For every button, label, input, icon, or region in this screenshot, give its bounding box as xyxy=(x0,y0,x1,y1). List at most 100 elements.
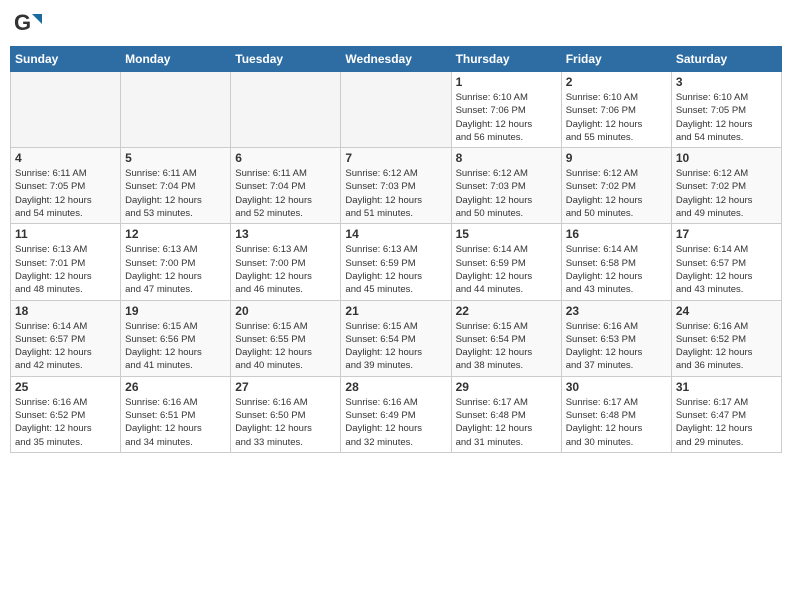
day-info: Sunrise: 6:12 AM Sunset: 7:02 PM Dayligh… xyxy=(566,167,667,220)
calendar-day: 29 Sunrise: 6:17 AM Sunset: 6:48 PM Dayli… xyxy=(451,376,561,452)
day-number: 11 xyxy=(15,227,116,241)
day-number: 29 xyxy=(456,380,557,394)
weekday-header: Wednesday xyxy=(341,47,451,72)
calendar-day: 5 Sunrise: 6:11 AM Sunset: 7:04 PM Daylig… xyxy=(121,148,231,224)
day-info: Sunrise: 6:12 AM Sunset: 7:03 PM Dayligh… xyxy=(456,167,557,220)
calendar-day xyxy=(11,72,121,148)
day-info: Sunrise: 6:16 AM Sunset: 6:50 PM Dayligh… xyxy=(235,396,336,449)
day-info: Sunrise: 6:12 AM Sunset: 7:02 PM Dayligh… xyxy=(676,167,777,220)
day-number: 18 xyxy=(15,304,116,318)
calendar-day: 12 Sunrise: 6:13 AM Sunset: 7:00 PM Dayli… xyxy=(121,224,231,300)
calendar-day: 4 Sunrise: 6:11 AM Sunset: 7:05 PM Daylig… xyxy=(11,148,121,224)
day-number: 4 xyxy=(15,151,116,165)
logo[interactable]: G xyxy=(14,10,46,38)
calendar-day: 17 Sunrise: 6:14 AM Sunset: 6:57 PM Dayli… xyxy=(671,224,781,300)
day-number: 31 xyxy=(676,380,777,394)
calendar-day: 7 Sunrise: 6:12 AM Sunset: 7:03 PM Daylig… xyxy=(341,148,451,224)
day-number: 26 xyxy=(125,380,226,394)
day-info: Sunrise: 6:15 AM Sunset: 6:54 PM Dayligh… xyxy=(345,320,446,373)
day-number: 25 xyxy=(15,380,116,394)
calendar-day: 16 Sunrise: 6:14 AM Sunset: 6:58 PM Dayli… xyxy=(561,224,671,300)
day-number: 5 xyxy=(125,151,226,165)
day-info: Sunrise: 6:12 AM Sunset: 7:03 PM Dayligh… xyxy=(345,167,446,220)
calendar-week: 18 Sunrise: 6:14 AM Sunset: 6:57 PM Dayli… xyxy=(11,300,782,376)
weekday-header: Saturday xyxy=(671,47,781,72)
calendar-day xyxy=(231,72,341,148)
day-info: Sunrise: 6:16 AM Sunset: 6:49 PM Dayligh… xyxy=(345,396,446,449)
calendar-week: 4 Sunrise: 6:11 AM Sunset: 7:05 PM Daylig… xyxy=(11,148,782,224)
day-info: Sunrise: 6:14 AM Sunset: 6:59 PM Dayligh… xyxy=(456,243,557,296)
day-info: Sunrise: 6:11 AM Sunset: 7:05 PM Dayligh… xyxy=(15,167,116,220)
calendar-day: 20Sunrise: 6:15 AM Sunset: 6:55 PM Dayli… xyxy=(231,300,341,376)
day-number: 24 xyxy=(676,304,777,318)
day-number: 1 xyxy=(456,75,557,89)
calendar-day: 18 Sunrise: 6:14 AM Sunset: 6:57 PM Dayli… xyxy=(11,300,121,376)
page-header: G xyxy=(10,10,782,38)
day-number: 6 xyxy=(235,151,336,165)
day-number: 8 xyxy=(456,151,557,165)
calendar-day xyxy=(341,72,451,148)
calendar-day: 22Sunrise: 6:15 AM Sunset: 6:54 PM Dayli… xyxy=(451,300,561,376)
day-info: Sunrise: 6:13 AM Sunset: 7:00 PM Dayligh… xyxy=(235,243,336,296)
day-number: 23 xyxy=(566,304,667,318)
calendar-body: 1 Sunrise: 6:10 AM Sunset: 7:06 PM Daylig… xyxy=(11,72,782,453)
day-info: Sunrise: 6:16 AM Sunset: 6:52 PM Dayligh… xyxy=(15,396,116,449)
day-info: Sunrise: 6:14 AM Sunset: 6:57 PM Dayligh… xyxy=(15,320,116,373)
calendar-day: 2 Sunrise: 6:10 AM Sunset: 7:06 PM Daylig… xyxy=(561,72,671,148)
calendar-day: 26 Sunrise: 6:16 AM Sunset: 6:51 PM Dayli… xyxy=(121,376,231,452)
day-info: Sunrise: 6:14 AM Sunset: 6:57 PM Dayligh… xyxy=(676,243,777,296)
day-info: Sunrise: 6:16 AM Sunset: 6:53 PM Dayligh… xyxy=(566,320,667,373)
day-number: 12 xyxy=(125,227,226,241)
calendar-day: 1Sunrise: 6:10 AM Sunset: 7:06 PM Daylig… xyxy=(451,72,561,148)
day-info: Sunrise: 6:11 AM Sunset: 7:04 PM Dayligh… xyxy=(125,167,226,220)
day-info: Sunrise: 6:13 AM Sunset: 7:00 PM Dayligh… xyxy=(125,243,226,296)
weekday-header: Monday xyxy=(121,47,231,72)
calendar-day: 14Sunrise: 6:13 AM Sunset: 6:59 PM Dayli… xyxy=(341,224,451,300)
weekday-row: SundayMondayTuesdayWednesdayThursdayFrid… xyxy=(11,47,782,72)
calendar-day: 25 Sunrise: 6:16 AM Sunset: 6:52 PM Dayli… xyxy=(11,376,121,452)
calendar-day: 21Sunrise: 6:15 AM Sunset: 6:54 PM Dayli… xyxy=(341,300,451,376)
day-number: 19 xyxy=(125,304,226,318)
day-info: Sunrise: 6:16 AM Sunset: 6:52 PM Dayligh… xyxy=(676,320,777,373)
day-info: Sunrise: 6:15 AM Sunset: 6:55 PM Dayligh… xyxy=(235,320,336,373)
calendar-week: 1 Sunrise: 6:10 AM Sunset: 7:06 PM Daylig… xyxy=(11,72,782,148)
day-number: 16 xyxy=(566,227,667,241)
day-number: 28 xyxy=(345,380,446,394)
calendar-day: 19 Sunrise: 6:15 AM Sunset: 6:56 PM Dayli… xyxy=(121,300,231,376)
day-number: 2 xyxy=(566,75,667,89)
day-info: Sunrise: 6:17 AM Sunset: 6:47 PM Dayligh… xyxy=(676,396,777,449)
day-info: Sunrise: 6:13 AM Sunset: 7:01 PM Dayligh… xyxy=(15,243,116,296)
day-info: Sunrise: 6:14 AM Sunset: 6:58 PM Dayligh… xyxy=(566,243,667,296)
day-info: Sunrise: 6:15 AM Sunset: 6:54 PM Dayligh… xyxy=(456,320,557,373)
calendar-week: 25 Sunrise: 6:16 AM Sunset: 6:52 PM Dayli… xyxy=(11,376,782,452)
weekday-header: Sunday xyxy=(11,47,121,72)
calendar-week: 11 Sunrise: 6:13 AM Sunset: 7:01 PM Dayli… xyxy=(11,224,782,300)
day-number: 17 xyxy=(676,227,777,241)
calendar-header: SundayMondayTuesdayWednesdayThursdayFrid… xyxy=(11,47,782,72)
calendar-day: 28 Sunrise: 6:16 AM Sunset: 6:49 PM Dayli… xyxy=(341,376,451,452)
day-info: Sunrise: 6:16 AM Sunset: 6:51 PM Dayligh… xyxy=(125,396,226,449)
day-number: 7 xyxy=(345,151,446,165)
day-number: 9 xyxy=(566,151,667,165)
day-info: Sunrise: 6:13 AM Sunset: 6:59 PM Dayligh… xyxy=(345,243,446,296)
day-number: 15 xyxy=(456,227,557,241)
day-info: Sunrise: 6:10 AM Sunset: 7:05 PM Dayligh… xyxy=(676,91,777,144)
calendar-day: 30Sunrise: 6:17 AM Sunset: 6:48 PM Dayli… xyxy=(561,376,671,452)
calendar-day xyxy=(121,72,231,148)
day-info: Sunrise: 6:11 AM Sunset: 7:04 PM Dayligh… xyxy=(235,167,336,220)
calendar-day: 8 Sunrise: 6:12 AM Sunset: 7:03 PM Daylig… xyxy=(451,148,561,224)
day-info: Sunrise: 6:10 AM Sunset: 7:06 PM Dayligh… xyxy=(566,91,667,144)
calendar-day: 6 Sunrise: 6:11 AM Sunset: 7:04 PM Daylig… xyxy=(231,148,341,224)
calendar-day: 24 Sunrise: 6:16 AM Sunset: 6:52 PM Dayli… xyxy=(671,300,781,376)
day-info: Sunrise: 6:17 AM Sunset: 6:48 PM Dayligh… xyxy=(456,396,557,449)
calendar-day: 3 Sunrise: 6:10 AM Sunset: 7:05 PM Daylig… xyxy=(671,72,781,148)
calendar-day: 9 Sunrise: 6:12 AM Sunset: 7:02 PM Daylig… xyxy=(561,148,671,224)
day-info: Sunrise: 6:17 AM Sunset: 6:48 PM Dayligh… xyxy=(566,396,667,449)
calendar-day: 10Sunrise: 6:12 AM Sunset: 7:02 PM Dayli… xyxy=(671,148,781,224)
svg-text:G: G xyxy=(14,10,31,35)
day-info: Sunrise: 6:15 AM Sunset: 6:56 PM Dayligh… xyxy=(125,320,226,373)
calendar-day: 13Sunrise: 6:13 AM Sunset: 7:00 PM Dayli… xyxy=(231,224,341,300)
day-number: 3 xyxy=(676,75,777,89)
calendar-day: 15 Sunrise: 6:14 AM Sunset: 6:59 PM Dayli… xyxy=(451,224,561,300)
weekday-header: Tuesday xyxy=(231,47,341,72)
